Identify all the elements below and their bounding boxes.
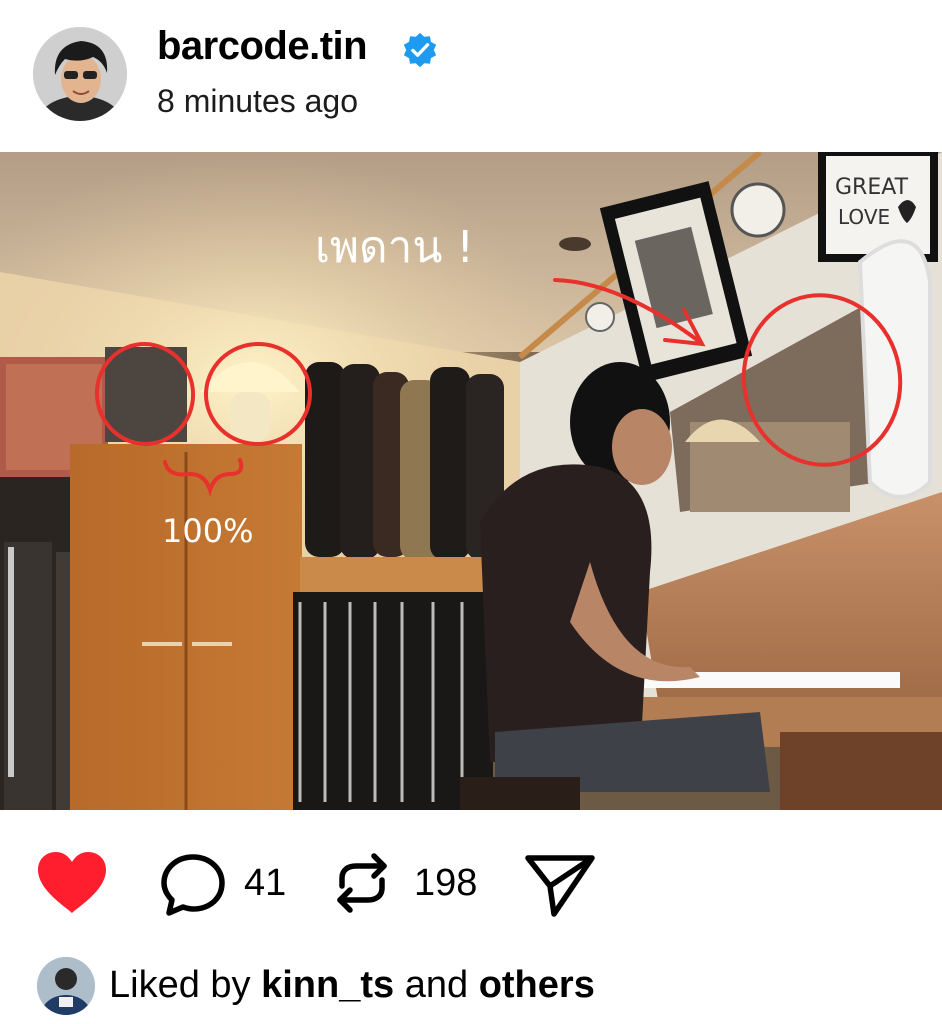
avatar-photo <box>33 27 127 121</box>
liker-avatar[interactable] <box>37 957 95 1015</box>
verified-badge-icon <box>403 32 437 68</box>
liked-by-user-link[interactable]: kinn_ts <box>261 964 394 1006</box>
annotation-thai-ceiling: เพดาน ! <box>315 222 474 273</box>
poster-text: GREAT <box>835 175 909 200</box>
liked-by-prefix: Liked by <box>109 964 251 1006</box>
repost-icon[interactable] <box>330 848 394 918</box>
repost-count: 198 <box>414 862 478 904</box>
photo-illustration: GREAT LOVE เพดาน ! 100% <box>0 152 942 810</box>
svg-text:LOVE: LOVE <box>838 205 890 229</box>
liked-by-connector: and <box>404 964 469 1006</box>
liked-by-row[interactable]: Liked by kinn_ts and others <box>0 950 942 1024</box>
liked-by-text: Liked by kinn_ts and others <box>109 964 595 1007</box>
author-avatar[interactable] <box>33 27 127 121</box>
comment-bubble-icon[interactable] <box>160 852 226 918</box>
post-header: barcode.tin 8 minutes ago <box>0 0 942 150</box>
post-photo[interactable]: GREAT LOVE เพดาน ! 100% <box>0 152 942 810</box>
liker-avatar-photo <box>37 957 95 1015</box>
post-timestamp: 8 minutes ago <box>157 83 359 119</box>
author-username[interactable]: barcode.tin <box>157 24 368 69</box>
annotation-100-percent: 100% <box>162 512 253 550</box>
liked-by-others-link[interactable]: others <box>479 964 595 1006</box>
heart-filled-icon[interactable] <box>35 850 109 916</box>
send-icon[interactable] <box>524 852 596 918</box>
post-actions: 41 198 <box>0 830 942 940</box>
comment-count: 41 <box>244 862 287 904</box>
